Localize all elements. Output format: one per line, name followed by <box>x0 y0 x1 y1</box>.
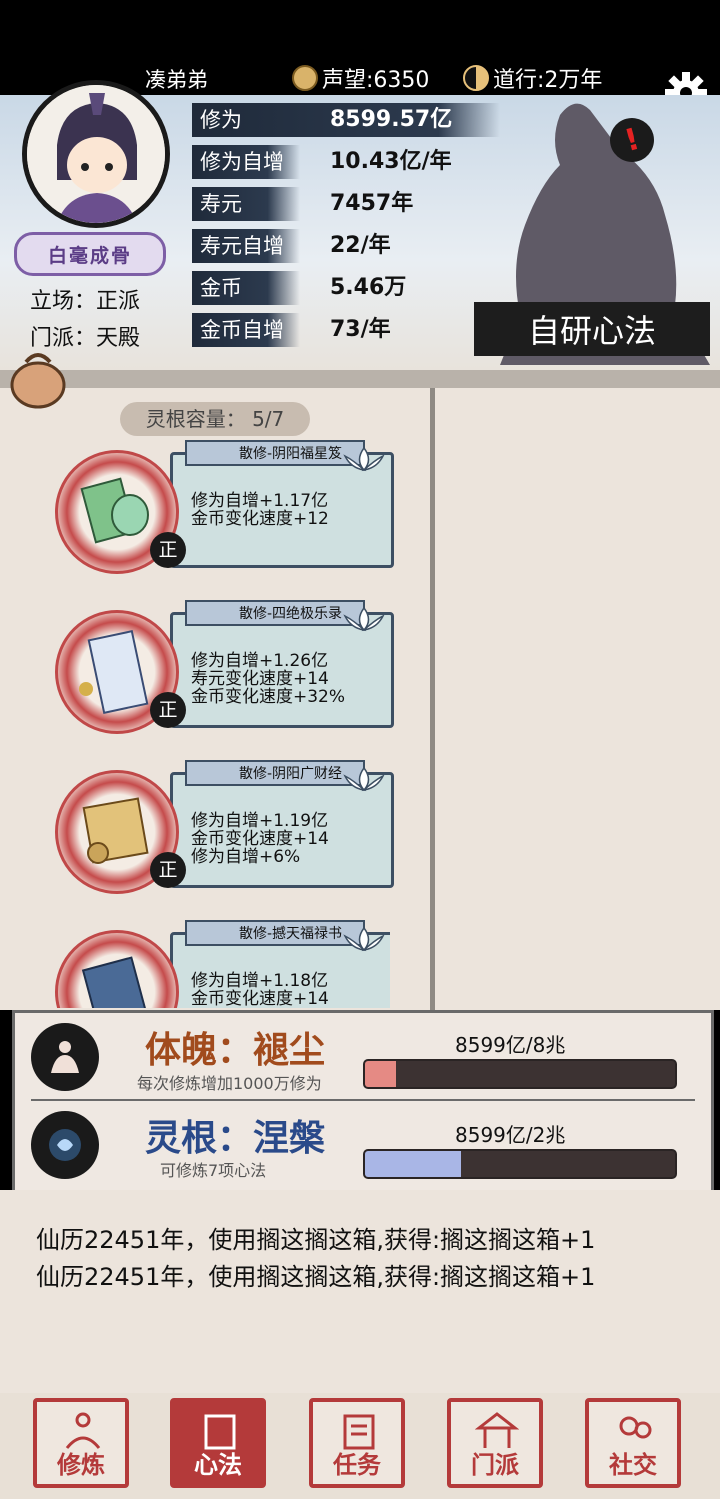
lotus-icon <box>343 766 385 792</box>
effect-line: 修为自增+1.18亿 <box>191 971 329 991</box>
coin-icon <box>292 65 318 91</box>
body-icon <box>31 1023 99 1091</box>
stat-value: 73/年 <box>330 317 391 342</box>
nav-label: 门派 <box>471 1451 519 1479</box>
research-technique-button[interactable]: 自研心法 <box>474 302 710 356</box>
bag-icon[interactable] <box>8 340 68 410</box>
technique-card[interactable]: 散修-阴阳广财经 修为自增+1.19亿 金币变化速度+14 修为自增+6% 正 <box>55 760 394 894</box>
nav-label: 修炼 <box>57 1451 105 1479</box>
effect-line: 修为自增+1.17亿 <box>191 491 329 511</box>
stat-value: 5.46万 <box>330 275 407 300</box>
body-progress-fill <box>365 1061 396 1087</box>
spirit-root-progress-fill <box>365 1151 462 1177</box>
nav-tasks[interactable]: 任务 <box>309 1398 405 1488</box>
stat-row-lifespan: 寿元 7457年 <box>192 187 522 223</box>
stat-value: 8599.57亿 <box>330 107 453 132</box>
alignment-badge: 正 <box>150 852 186 888</box>
stat-row-cultivation-rate: 修为自增 10.43亿/年 <box>192 145 522 181</box>
avatar[interactable] <box>22 80 170 228</box>
nav-label: 心法 <box>194 1451 242 1479</box>
alignment-badge: 正 <box>150 692 186 728</box>
effect-line: 修为自增+6% <box>191 847 301 867</box>
spirit-root-progress-text: 8599亿/2兆 <box>455 1123 566 1147</box>
technique-card[interactable]: 散修-撼天福禄书 修为自增+1.18亿 金币变化速度+14 <box>55 920 390 1008</box>
card-effects: 修为自增+1.19亿 金币变化速度+14 修为自增+6% <box>191 812 329 866</box>
stat-row-gold: 金币 5.46万 <box>192 271 522 307</box>
technique-card[interactable]: 散修-四绝极乐录 修为自增+1.26亿 寿元变化速度+14 金币变化速度+32%… <box>55 600 394 734</box>
body-stat-name: 体魄：褪尘 <box>145 1030 326 1071</box>
dao-display: 道行:2万年 <box>463 62 602 94</box>
stance-text: 立场：正派 <box>30 289 141 314</box>
nav-label: 社交 <box>609 1451 657 1479</box>
stat-label: 金币自增 <box>192 313 300 347</box>
spirit-root-name: 灵根：涅槃 <box>145 1118 326 1159</box>
nav-social[interactable]: 社交 <box>585 1398 681 1488</box>
cultivation-stats-panel: 体魄：褪尘 每次修炼增加1000万修为 8599亿/8兆 灵根：涅槃 可修炼7项… <box>12 1010 714 1196</box>
nav-label: 任务 <box>333 1451 381 1479</box>
portrait-image <box>27 85 165 223</box>
stat-separator <box>31 1099 695 1101</box>
lotus-icon <box>343 446 385 472</box>
panel-frame <box>0 370 720 388</box>
nav-techniques[interactable]: 心法 <box>170 1398 266 1488</box>
spirit-root-progress-bar <box>363 1149 677 1179</box>
stat-value: 7457年 <box>330 191 414 216</box>
stat-label: 修为自增 <box>192 145 300 179</box>
stat-label: 金币 <box>192 271 300 305</box>
stat-row-lifespan-rate: 寿元自增 22/年 <box>192 229 522 265</box>
stat-row-cultivation: 修为 8599.57亿 <box>192 103 522 139</box>
stat-row-gold-rate: 金币自增 73/年 <box>192 313 522 349</box>
stat-value: 22/年 <box>330 233 391 258</box>
title-badge: 白毫成骨 <box>14 232 166 276</box>
effect-line: 金币变化速度+32% <box>191 687 346 707</box>
reputation-text: 声望:6350 <box>322 68 430 93</box>
event-log[interactable]: 仙历22451年，使用搁这搁这箱,获得:搁这搁这箱+1 仙历22451年，使用搁… <box>14 1222 706 1382</box>
nav-cultivate[interactable]: 修炼 <box>33 1398 129 1488</box>
body-progress-text: 8599亿/8兆 <box>455 1033 566 1057</box>
player-name: 凑弟弟 <box>145 68 208 92</box>
effect-line: 修为自增+1.26亿 <box>191 651 329 671</box>
alignment-badge: 正 <box>150 532 186 568</box>
stat-value: 10.43亿/年 <box>330 149 452 174</box>
effect-line: 金币变化速度+12 <box>191 509 329 529</box>
spirit-root-description: 可修炼7项心法 <box>160 1161 267 1180</box>
card-effects: 修为自增+1.17亿 金币变化速度+12 <box>191 492 329 528</box>
lotus-icon <box>343 926 385 952</box>
stat-label: 寿元 <box>192 187 300 221</box>
card-effects: 修为自增+1.26亿 寿元变化速度+14 金币变化速度+32% <box>191 652 345 706</box>
effect-line: 寿元变化速度+14 <box>191 669 329 689</box>
effect-line: 金币变化速度+14 <box>191 829 329 849</box>
effect-line: 修为自增+1.19亿 <box>191 811 329 831</box>
nav-sect[interactable]: 门派 <box>447 1398 543 1488</box>
body-stat-description: 每次修炼增加1000万修为 <box>137 1074 322 1093</box>
effect-line: 金币变化速度+14 <box>191 989 329 1008</box>
panel-divider <box>430 388 435 1010</box>
lotus-icon <box>343 606 385 632</box>
log-entry: 仙历22451年，使用搁这搁这箱,获得:搁这搁这箱+1 <box>36 1263 596 1291</box>
spirit-root-icon <box>31 1111 99 1179</box>
book-icon <box>55 930 179 1008</box>
log-entry: 仙历22451年，使用搁这搁这箱,获得:搁这搁这箱+1 <box>36 1226 596 1254</box>
yinyang-icon <box>463 65 489 91</box>
technique-card[interactable]: 散修-阴阳福星笈 修为自增+1.17亿 金币变化速度+12 正 <box>55 440 394 574</box>
spirit-root-capacity: 灵根容量： 5/7 <box>120 402 310 436</box>
dao-text: 道行:2万年 <box>493 68 603 93</box>
reputation-display: 声望:6350 <box>292 62 429 94</box>
body-progress-bar <box>363 1059 677 1089</box>
card-effects: 修为自增+1.18亿 金币变化速度+14 <box>191 972 329 1008</box>
stat-label: 寿元自增 <box>192 229 300 263</box>
